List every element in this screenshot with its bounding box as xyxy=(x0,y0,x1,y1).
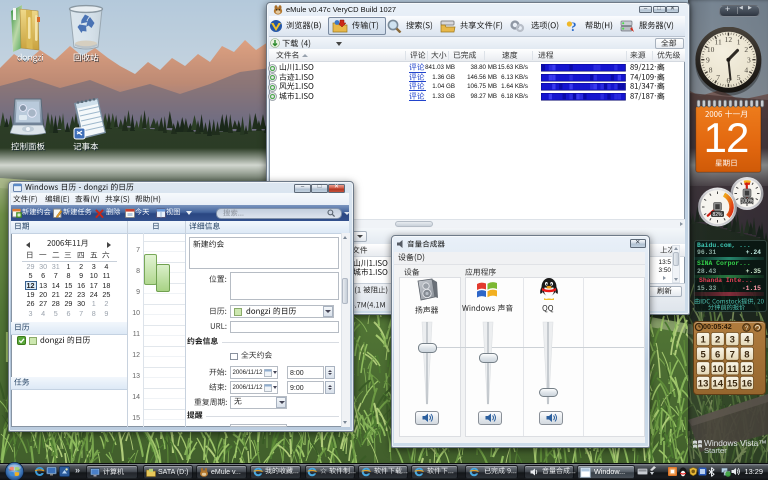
svg-text:6: 6 xyxy=(715,349,720,360)
svg-text:10: 10 xyxy=(707,45,715,54)
svg-text:11: 11 xyxy=(727,363,738,374)
svg-text:82%: 82% xyxy=(712,212,723,218)
svg-text:9: 9 xyxy=(700,363,705,374)
svg-text:10: 10 xyxy=(712,363,723,374)
svg-text:2: 2 xyxy=(744,45,748,54)
svg-text:1: 1 xyxy=(737,38,741,47)
svg-text:16: 16 xyxy=(742,378,753,389)
svg-text:1: 1 xyxy=(700,334,706,345)
svg-text:5: 5 xyxy=(700,349,706,360)
svg-text:3: 3 xyxy=(747,55,751,64)
svg-text:8: 8 xyxy=(709,66,713,75)
svg-text:4: 4 xyxy=(744,66,748,75)
svg-text:12: 12 xyxy=(725,35,733,44)
svg-text:100%: 100% xyxy=(741,198,754,204)
svg-text:14: 14 xyxy=(712,378,723,389)
svg-text:12: 12 xyxy=(742,363,753,374)
svg-text:5: 5 xyxy=(737,73,741,82)
svg-text:13: 13 xyxy=(698,378,709,389)
svg-text:7: 7 xyxy=(730,349,735,360)
svg-text:11: 11 xyxy=(714,38,721,47)
svg-text:8: 8 xyxy=(744,349,749,360)
svg-text:15: 15 xyxy=(727,378,738,389)
svg-text:7: 7 xyxy=(716,73,720,82)
svg-text:2: 2 xyxy=(715,334,720,345)
svg-text:4: 4 xyxy=(744,334,750,345)
svg-text:3: 3 xyxy=(730,334,735,345)
svg-text:9: 9 xyxy=(706,55,710,64)
